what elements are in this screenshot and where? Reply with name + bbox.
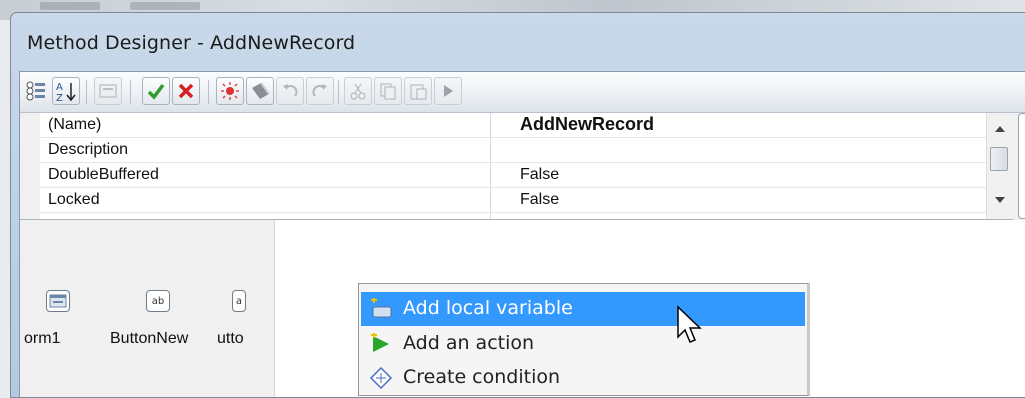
toolbar-separator	[208, 80, 209, 104]
svg-text:Z: Z	[56, 93, 63, 103]
paste-icon	[410, 84, 427, 100]
menu-item-label: Add an action	[403, 332, 535, 354]
redo-button[interactable]	[306, 77, 334, 105]
desktop-blur	[40, 2, 100, 10]
scroll-up-icon[interactable]	[995, 126, 1005, 132]
categorized-button[interactable]	[22, 77, 50, 105]
categorized-icon	[26, 81, 45, 101]
accept-button[interactable]	[142, 77, 170, 105]
toolbar: A Z	[20, 72, 1025, 113]
cancel-button[interactable]	[172, 77, 200, 105]
property-value[interactable]: AddNewRecord	[520, 114, 654, 135]
run-icon	[444, 85, 453, 97]
button-icon[interactable]: ab	[146, 290, 170, 312]
cancel-x-icon	[178, 83, 194, 99]
title-bar[interactable]: Method Designer - AddNewRecord	[11, 13, 1025, 71]
cut-icon	[350, 83, 366, 100]
menu-item-create-condition[interactable]: Create condition	[361, 361, 805, 395]
condition-diamond-icon	[369, 367, 393, 389]
copy-icon	[380, 83, 396, 100]
grid-gutter	[20, 113, 40, 219]
menu-item-add-an-action[interactable]: Add an action	[361, 327, 805, 361]
wand-button[interactable]	[246, 77, 274, 105]
button-icon[interactable]: a	[232, 290, 246, 312]
alphabetical-button[interactable]: A Z	[52, 77, 80, 105]
component-label[interactable]: utto	[217, 330, 244, 348]
menu-item-label: Create condition	[403, 366, 561, 388]
scroll-down-icon[interactable]	[995, 197, 1005, 203]
undo-icon	[283, 84, 298, 97]
component-tray: ab a orm1 ButtonNew utto	[20, 220, 275, 397]
property-row[interactable]: DoubleBuffered False	[40, 163, 987, 188]
property-pages-button[interactable]	[94, 77, 122, 105]
menu-item-label: Add local variable	[403, 297, 573, 319]
side-panel-edge	[1018, 113, 1025, 219]
property-row[interactable]: Locked False	[40, 188, 987, 213]
property-value[interactable]: False	[520, 166, 559, 184]
redo-icon	[312, 84, 327, 97]
wand-icon	[252, 82, 270, 99]
property-name: Description	[48, 141, 129, 158]
copy-button[interactable]	[374, 77, 402, 105]
undo-button[interactable]	[276, 77, 304, 105]
mouse-cursor-icon	[677, 305, 702, 343]
window-title: Method Designer - AddNewRecord	[27, 32, 356, 54]
property-pages-icon	[99, 84, 117, 98]
scroll-thumb[interactable]	[990, 147, 1008, 171]
form-icon[interactable]	[46, 290, 70, 312]
context-menu: Add local variable Add an action Create …	[358, 283, 810, 396]
local-variable-icon	[371, 298, 392, 318]
debug-bug-icon	[221, 82, 239, 100]
property-name: Locked	[48, 191, 100, 208]
action-arrow-icon	[371, 333, 389, 352]
property-grid-scrollbar[interactable]	[986, 113, 1013, 219]
debug-button[interactable]	[216, 77, 244, 105]
desktop-blur	[130, 2, 200, 10]
property-grid: (Name) AddNewRecord Description DoubleBu…	[20, 113, 1013, 220]
component-label[interactable]: orm1	[24, 330, 60, 348]
toolbar-separator	[338, 80, 339, 104]
toolbar-separator	[130, 80, 131, 104]
alphabetical-sort-icon: A Z	[56, 82, 76, 103]
property-name: (Name)	[48, 116, 102, 133]
property-name: DoubleBuffered	[48, 166, 159, 183]
component-label[interactable]: ButtonNew	[110, 330, 188, 348]
paste-button[interactable]	[404, 77, 432, 105]
property-row[interactable]: Description	[40, 138, 987, 163]
cut-button[interactable]	[344, 77, 372, 105]
accept-check-icon	[147, 83, 165, 100]
property-row[interactable]: (Name) AddNewRecord	[40, 113, 987, 138]
run-button[interactable]	[434, 77, 462, 105]
property-value[interactable]: False	[520, 191, 559, 209]
toolbar-separator	[86, 80, 87, 104]
menu-item-add-local-variable[interactable]: Add local variable	[361, 292, 805, 326]
svg-text:A: A	[56, 82, 63, 93]
